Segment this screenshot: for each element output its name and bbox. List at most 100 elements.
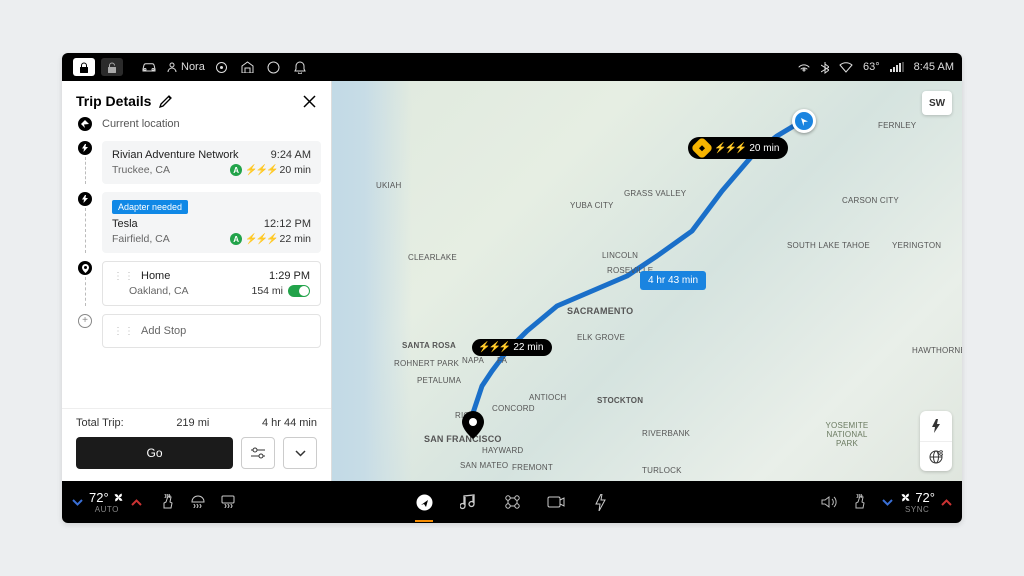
temp-down-button[interactable] [72, 499, 83, 506]
wifi-icon[interactable] [839, 62, 853, 73]
expand-button[interactable] [283, 437, 317, 469]
passenger-seat-heat-icon[interactable] [852, 494, 868, 510]
user-name: Nora [181, 61, 205, 73]
map-city-label: SAN MATEO [460, 461, 508, 470]
driver-climate[interactable]: 72° AUTO [72, 490, 142, 514]
map-park-label: YOSEMITE NATIONAL PARK [817, 421, 877, 448]
drag-handle-icon[interactable]: ⋮⋮ [113, 271, 135, 282]
driver-mode: AUTO [95, 505, 119, 514]
close-icon[interactable] [302, 94, 317, 109]
panel-title: Trip Details [76, 93, 151, 109]
total-duration: 4 hr 44 min [262, 417, 317, 429]
destination-icon [78, 261, 92, 275]
temp-up-button[interactable] [131, 499, 142, 506]
notifications-icon[interactable] [287, 61, 313, 74]
current-location-icon [78, 117, 92, 131]
destination-marker [462, 411, 484, 433]
add-stop-icon: + [78, 314, 92, 328]
stop-location: Fairfield, CA [112, 233, 170, 245]
map-view[interactable]: SACRAMENTO SAN FRANCISCO SANTA ROSA FREM… [332, 81, 962, 481]
map-charge-badge[interactable]: ⚡⚡⚡ 22 min [472, 339, 552, 356]
map-city-label: PETALUMA [417, 376, 461, 385]
target-icon[interactable] [209, 61, 235, 74]
stop-name: Home [141, 270, 170, 282]
passenger-mode: SYNC [905, 505, 929, 514]
vehicle-display: Nora 63° 8:45 AM Trip Details [62, 53, 962, 523]
adapter-needed-badge: Adapter needed [112, 200, 188, 214]
map-city-label: ROHNERT PARK [394, 359, 459, 368]
drive-modes-tab[interactable] [501, 488, 523, 516]
stop-arrival-time: 1:29 PM [269, 270, 310, 282]
dock-tabs [413, 488, 611, 516]
total-distance: 219 mi [176, 417, 209, 429]
rivian-charger-icon [691, 137, 714, 160]
clock: 8:45 AM [914, 61, 954, 73]
media-tab[interactable] [457, 488, 479, 516]
map-city-label: STOCKTON [597, 396, 643, 405]
bluetooth-icon[interactable] [821, 61, 829, 74]
drag-handle-icon: ⋮⋮ [113, 326, 135, 337]
temp-up-button[interactable] [941, 499, 952, 506]
map-city-label: SOUTH LAKE TAHOE [787, 241, 870, 250]
trip-details-panel: Trip Details [62, 81, 332, 481]
globe-layer-button[interactable] [920, 441, 952, 471]
hotspot-icon[interactable] [797, 61, 811, 73]
stop-name: Tesla [112, 218, 138, 230]
edit-icon[interactable] [159, 95, 172, 108]
passenger-climate[interactable]: 72° SYNC [882, 490, 952, 514]
compass-button[interactable]: SW [922, 91, 952, 115]
camera-tab[interactable] [545, 488, 567, 516]
volume-icon[interactable] [821, 495, 838, 509]
go-button[interactable]: Go [76, 437, 233, 469]
stop-toggle[interactable] [288, 285, 310, 297]
charge-grade-badge: A [230, 233, 242, 245]
map-city-label: HAWTHORNE [912, 346, 962, 355]
bottom-dock: 72° AUTO 72° SYNC [62, 481, 962, 523]
charger-layer-button[interactable] [920, 411, 952, 441]
charge-duration: 20 min [279, 164, 311, 176]
user-profile[interactable]: Nora [162, 61, 209, 73]
charging-stop-card[interactable]: Rivian Adventure Network 9:24 AM Truckee… [102, 141, 321, 184]
temp-down-button[interactable] [882, 499, 893, 506]
current-position-marker [792, 109, 816, 133]
energy-tab[interactable] [589, 488, 611, 516]
map-charge-badge[interactable]: ⚡⚡⚡ 20 min [688, 137, 788, 159]
defrost-front-icon[interactable] [190, 494, 206, 510]
nav-tab[interactable] [413, 488, 435, 516]
map-city-label: ELK GROVE [577, 333, 625, 342]
driver-temp: 72° [89, 490, 109, 505]
garage-icon[interactable] [235, 61, 261, 73]
total-trip-label: Total Trip: [76, 417, 124, 429]
map-city-label: FREMONT [512, 463, 553, 472]
map-city-label: FERNLEY [878, 121, 916, 130]
defrost-rear-icon[interactable] [220, 494, 236, 510]
cellular-icon [890, 62, 904, 72]
fan-icon [112, 491, 125, 504]
lock-button[interactable] [73, 58, 95, 76]
map-city-label: SANTA ROSA [402, 341, 456, 350]
charge-grade-badge: A [230, 164, 242, 176]
map-eta-badge: 4 hr 43 min [640, 271, 706, 290]
map-controls [920, 411, 952, 471]
trip-summary: Total Trip: 219 mi 4 hr 44 min Go [62, 408, 331, 481]
charge-stop-icon [78, 192, 92, 206]
stop-location: Truckee, CA [112, 164, 170, 176]
vehicle-icon[interactable] [136, 61, 162, 73]
seat-heat-icon[interactable] [160, 494, 176, 510]
map-city-label: YERINGTON [892, 241, 941, 250]
status-icons: 63° 8:45 AM [797, 61, 954, 74]
map-city-label: TURLOCK [642, 466, 682, 475]
map-city-label: ANTIOCH [529, 393, 566, 402]
voice-assistant-icon[interactable] [261, 61, 287, 74]
current-location-label: Current location [102, 118, 180, 130]
stop-location: Oakland, CA [113, 285, 189, 297]
route-options-button[interactable] [241, 437, 275, 469]
charging-stop-card[interactable]: Adapter needed Tesla 12:12 PM Fairfield,… [102, 192, 321, 253]
map-city-label: LINCOLN [602, 251, 638, 260]
destination-card[interactable]: ⋮⋮Home 1:29 PM Oakland, CA 154 mi [102, 261, 321, 306]
map-city-label: CLEARLAKE [408, 253, 457, 262]
add-stop-button[interactable]: ⋮⋮ Add Stop [102, 314, 321, 348]
bolt-icon: ⚡⚡⚡ [478, 342, 509, 353]
map-city-label: UKIAH [376, 181, 401, 190]
unlock-button[interactable] [101, 58, 123, 76]
